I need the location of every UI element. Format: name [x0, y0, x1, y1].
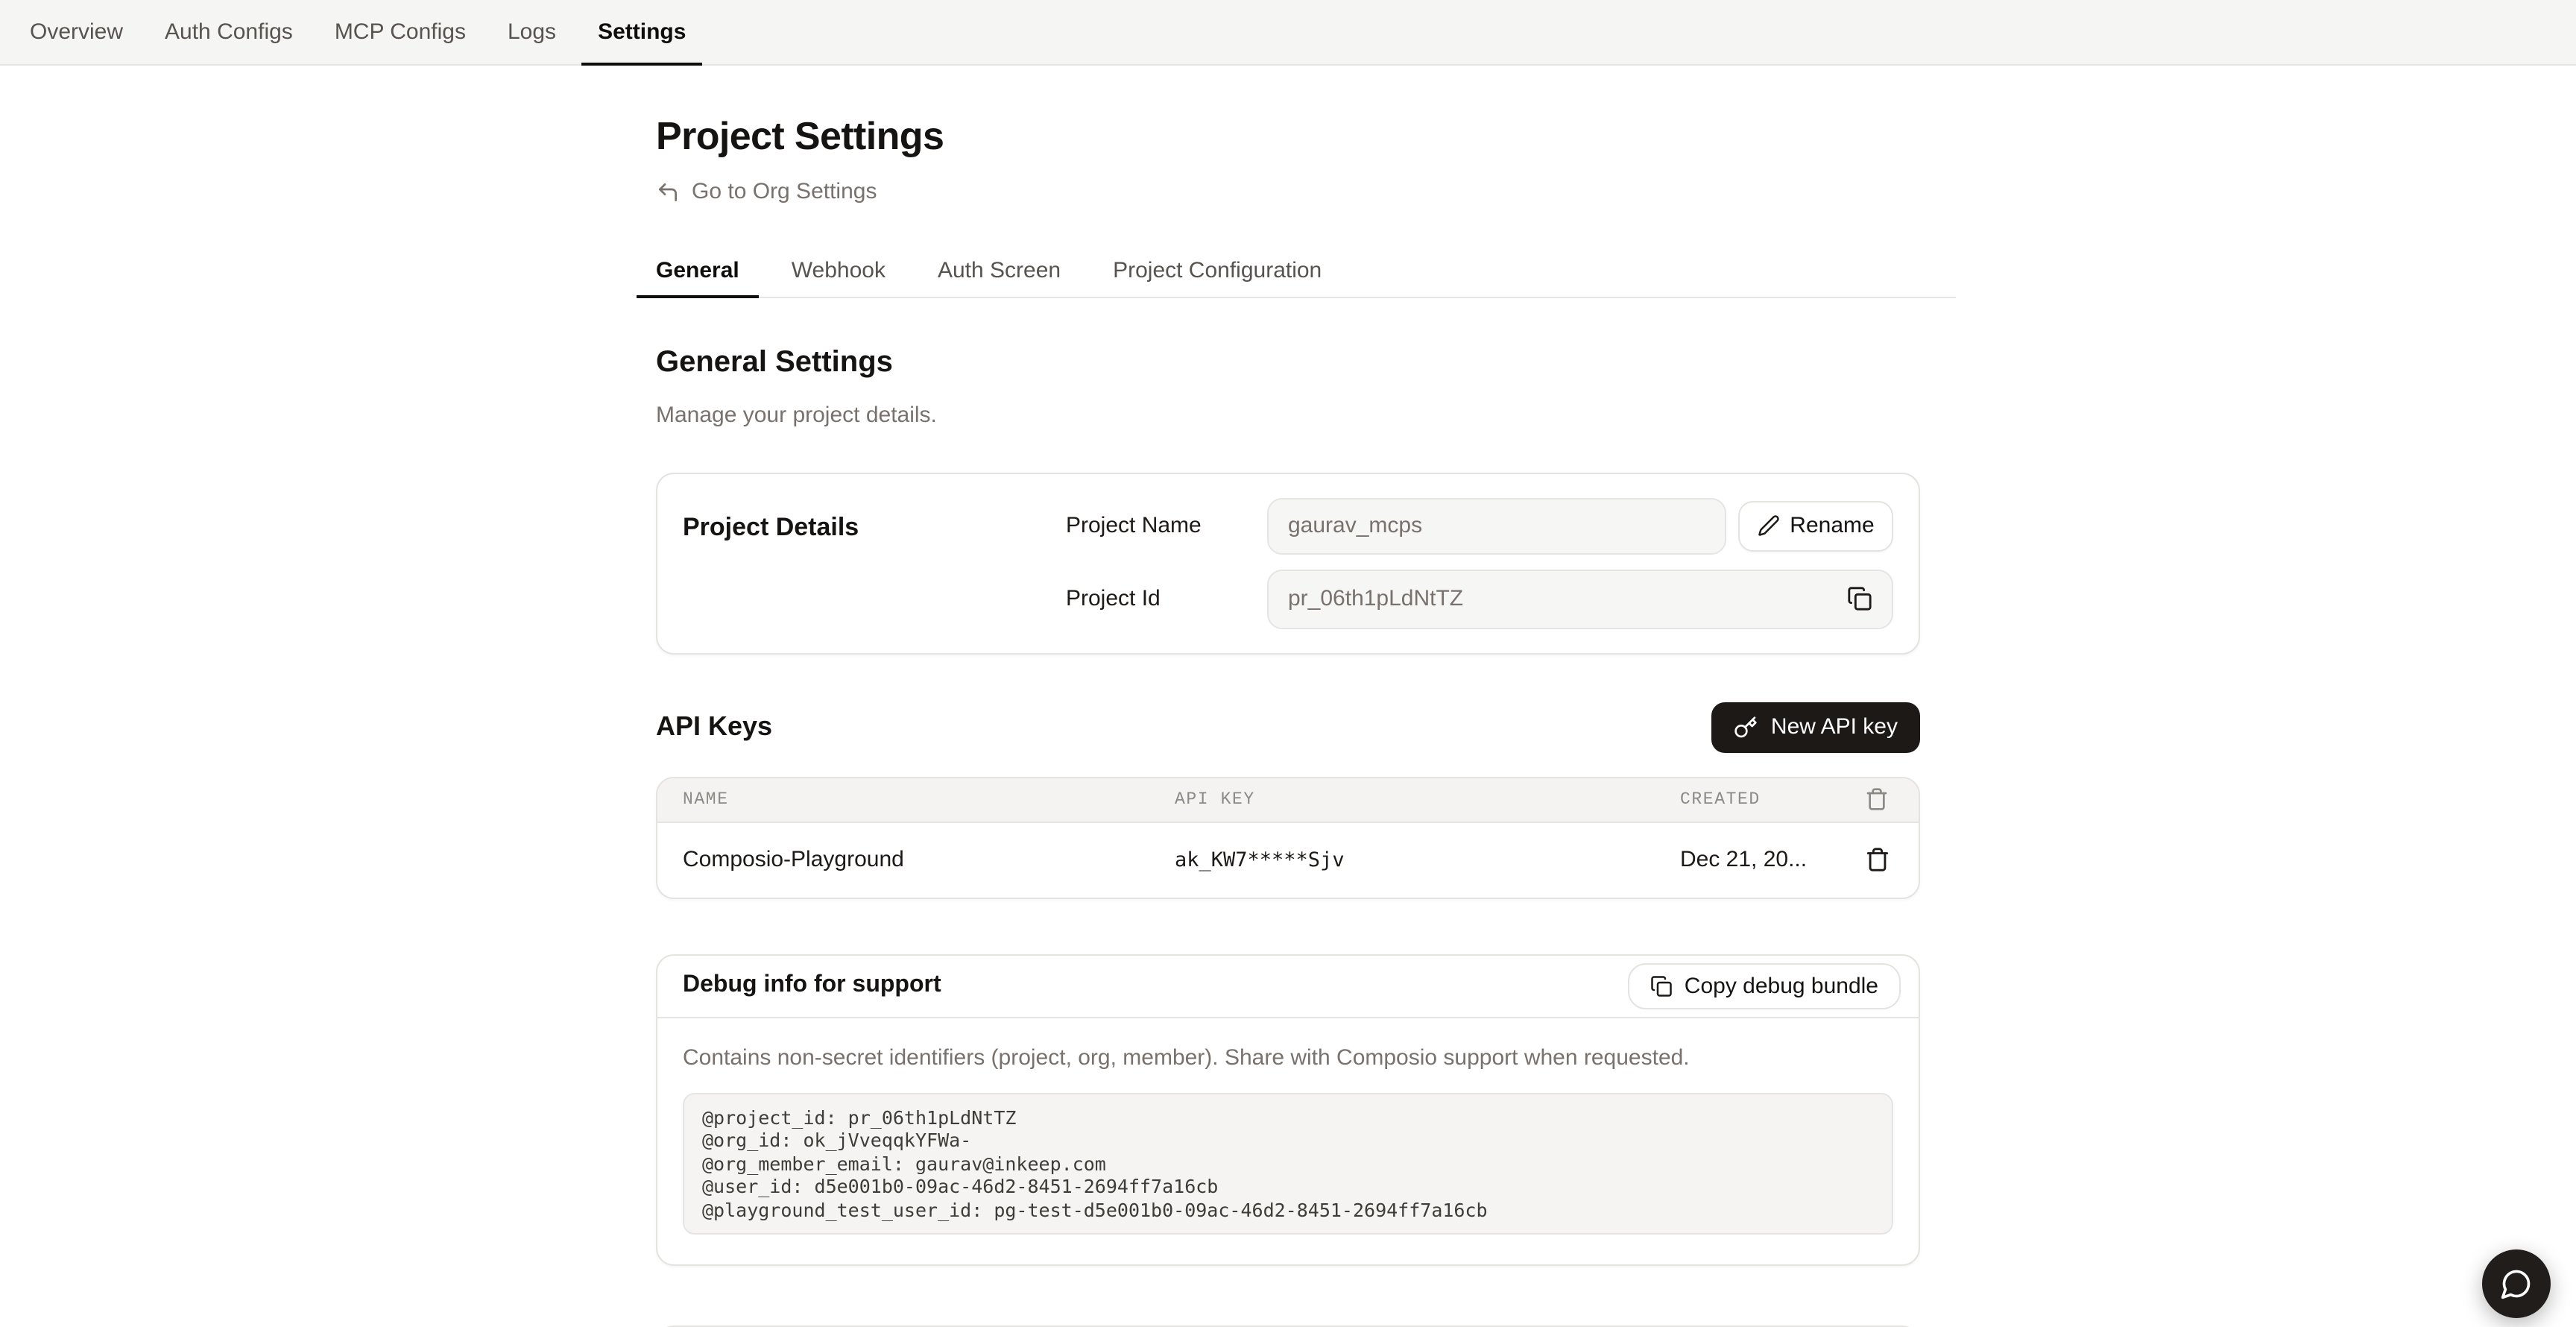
nav-item-logs[interactable]: Logs: [491, 0, 572, 66]
copy-debug-bundle-label: Copy debug bundle: [1685, 973, 1878, 998]
nav-item-settings[interactable]: Settings: [581, 0, 702, 66]
project-details-title: Project Details: [683, 497, 1066, 628]
api-keys-table-header: NAME API KEY CREATED: [657, 778, 1919, 822]
copy-icon: [1650, 974, 1673, 997]
new-api-key-label: New API key: [1771, 714, 1898, 740]
debug-line-project-id: @project_id: pr_06th1pLdNtTZ: [702, 1106, 1016, 1128]
api-keys-heading: API Keys: [656, 711, 772, 743]
nav-item-auth-configs[interactable]: Auth Configs: [148, 0, 309, 66]
nav-item-overview[interactable]: Overview: [13, 0, 139, 66]
column-header-name: NAME: [657, 789, 1175, 809]
go-to-org-settings-link[interactable]: Go to Org Settings: [656, 179, 877, 204]
project-id-label: Project Id: [1066, 586, 1267, 611]
project-name-row: Project Name Rename: [1066, 497, 1893, 554]
project-name-label: Project Name: [1066, 513, 1267, 538]
copy-debug-bundle-button[interactable]: Copy debug bundle: [1628, 962, 1901, 1009]
api-keys-table: NAME API KEY CREATED Composio-Playground…: [656, 776, 1920, 898]
api-key-actions-cell: [1835, 847, 1919, 872]
general-settings-subheading: Manage your project details.: [656, 399, 1920, 430]
copy-icon: [1847, 586, 1872, 611]
api-key-value-cell: ak_KW7*****Sjv: [1175, 848, 1680, 871]
column-header-actions: [1835, 787, 1919, 811]
debug-card-header: Debug info for support Copy debug bundle: [657, 955, 1919, 1018]
chat-widget-button[interactable]: [2482, 1249, 2551, 1318]
project-details-fields: Project Name Rename Project Id: [1066, 497, 1893, 628]
api-key-created-cell: Dec 21, 20...: [1680, 847, 1835, 872]
api-key-table-row: Composio-Playground ak_KW7*****Sjv Dec 2…: [657, 822, 1919, 897]
debug-card-title: Debug info for support: [683, 972, 941, 999]
tab-webhook[interactable]: Webhook: [772, 247, 905, 297]
go-to-org-settings-label: Go to Org Settings: [692, 179, 877, 204]
debug-line-org-member-email: @org_member_email: gaurav@inkeep.com: [702, 1152, 1106, 1174]
column-header-api-key: API KEY: [1175, 789, 1680, 809]
copy-project-id-button[interactable]: [1847, 586, 1872, 611]
chat-bubble-icon: [2500, 1267, 2533, 1300]
project-id-field: [1267, 569, 1893, 628]
rename-button-label: Rename: [1790, 513, 1874, 538]
column-header-created: CREATED: [1680, 789, 1835, 809]
debug-info-card: Debug info for support Copy debug bundle…: [656, 954, 1920, 1266]
nav-item-mcp-configs[interactable]: MCP Configs: [318, 0, 482, 66]
app-viewport: Overview Auth Configs MCP Configs Logs S…: [0, 0, 2576, 1327]
general-settings-heading: General Settings: [656, 342, 1920, 381]
rename-button[interactable]: Rename: [1738, 500, 1893, 551]
tab-project-configuration[interactable]: Project Configuration: [1093, 247, 1341, 297]
debug-description: Contains non-secret identifiers (project…: [683, 1041, 1893, 1073]
project-details-card: Project Details Project Name Rename: [656, 472, 1920, 654]
new-api-key-button[interactable]: New API key: [1711, 702, 1920, 752]
api-keys-header-row: API Keys New API key: [656, 702, 1920, 752]
project-name-input[interactable]: [1288, 513, 1705, 538]
trash-icon: [1865, 787, 1889, 811]
debug-line-org-id: @org_id: ok_jVveqqkYFWa-: [702, 1129, 971, 1151]
delete-api-key-button[interactable]: [1864, 847, 1890, 872]
project-id-row: Project Id: [1066, 569, 1893, 628]
tab-auth-screen[interactable]: Auth Screen: [918, 247, 1080, 297]
debug-line-user-id: @user_id: d5e001b0-09ac-46d2-8451-2694ff…: [702, 1175, 1218, 1197]
key-icon: [1734, 715, 1758, 739]
debug-card-body: Contains non-secret identifiers (project…: [657, 1018, 1919, 1264]
trash-icon: [1864, 847, 1890, 872]
main-content: Project Settings Go to Org Settings Gene…: [656, 66, 1920, 1327]
settings-tabs: General Webhook Auth Screen Project Conf…: [637, 247, 1956, 297]
api-key-name-cell: Composio-Playground: [657, 847, 1175, 872]
project-id-input[interactable]: [1288, 586, 1847, 611]
debug-line-playground-test-user-id: @playground_test_user_id: pg-test-d5e001…: [702, 1198, 1488, 1220]
tab-general[interactable]: General: [637, 247, 759, 297]
top-nav: Overview Auth Configs MCP Configs Logs S…: [0, 0, 2576, 66]
page-title: Project Settings: [656, 110, 1920, 161]
project-name-field: [1267, 497, 1726, 554]
corner-up-left-icon: [656, 180, 680, 204]
pencil-icon: [1757, 514, 1779, 537]
debug-code-block: @project_id: pr_06th1pLdNtTZ @org_id: ok…: [683, 1092, 1893, 1235]
